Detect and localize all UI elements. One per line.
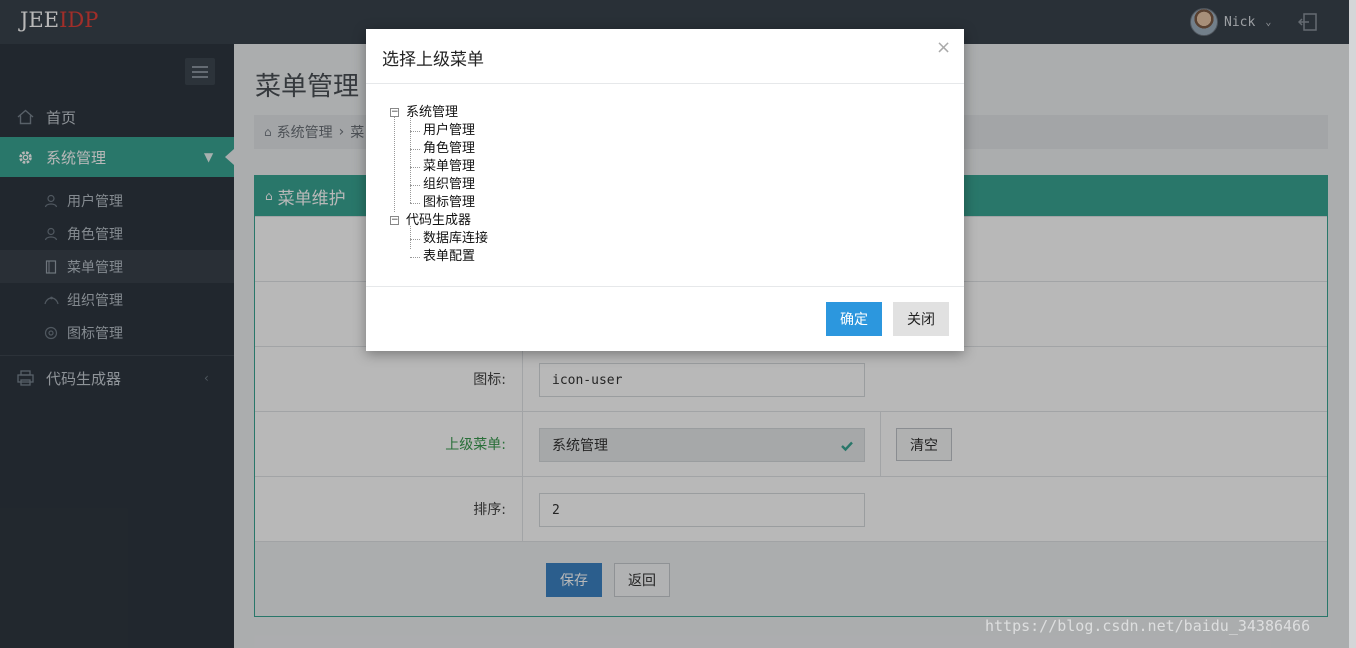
watermark: https://blog.csdn.net/baidu_34386466 <box>985 617 1311 635</box>
close-button[interactable]: 关闭 <box>893 302 949 336</box>
collapse-icon[interactable]: − <box>390 216 399 225</box>
close-icon[interactable]: × <box>936 37 951 58</box>
dialog-title: 选择上级菜单 <box>382 50 484 70</box>
confirm-button[interactable]: 确定 <box>826 302 882 336</box>
scrollbar[interactable] <box>1349 0 1356 648</box>
select-parent-menu-dialog: 选择上级菜单 × − 系统管理 用户管理 角色管理 菜单管理 组织管理 图标管理… <box>366 29 964 351</box>
collapse-icon[interactable]: − <box>390 108 399 117</box>
